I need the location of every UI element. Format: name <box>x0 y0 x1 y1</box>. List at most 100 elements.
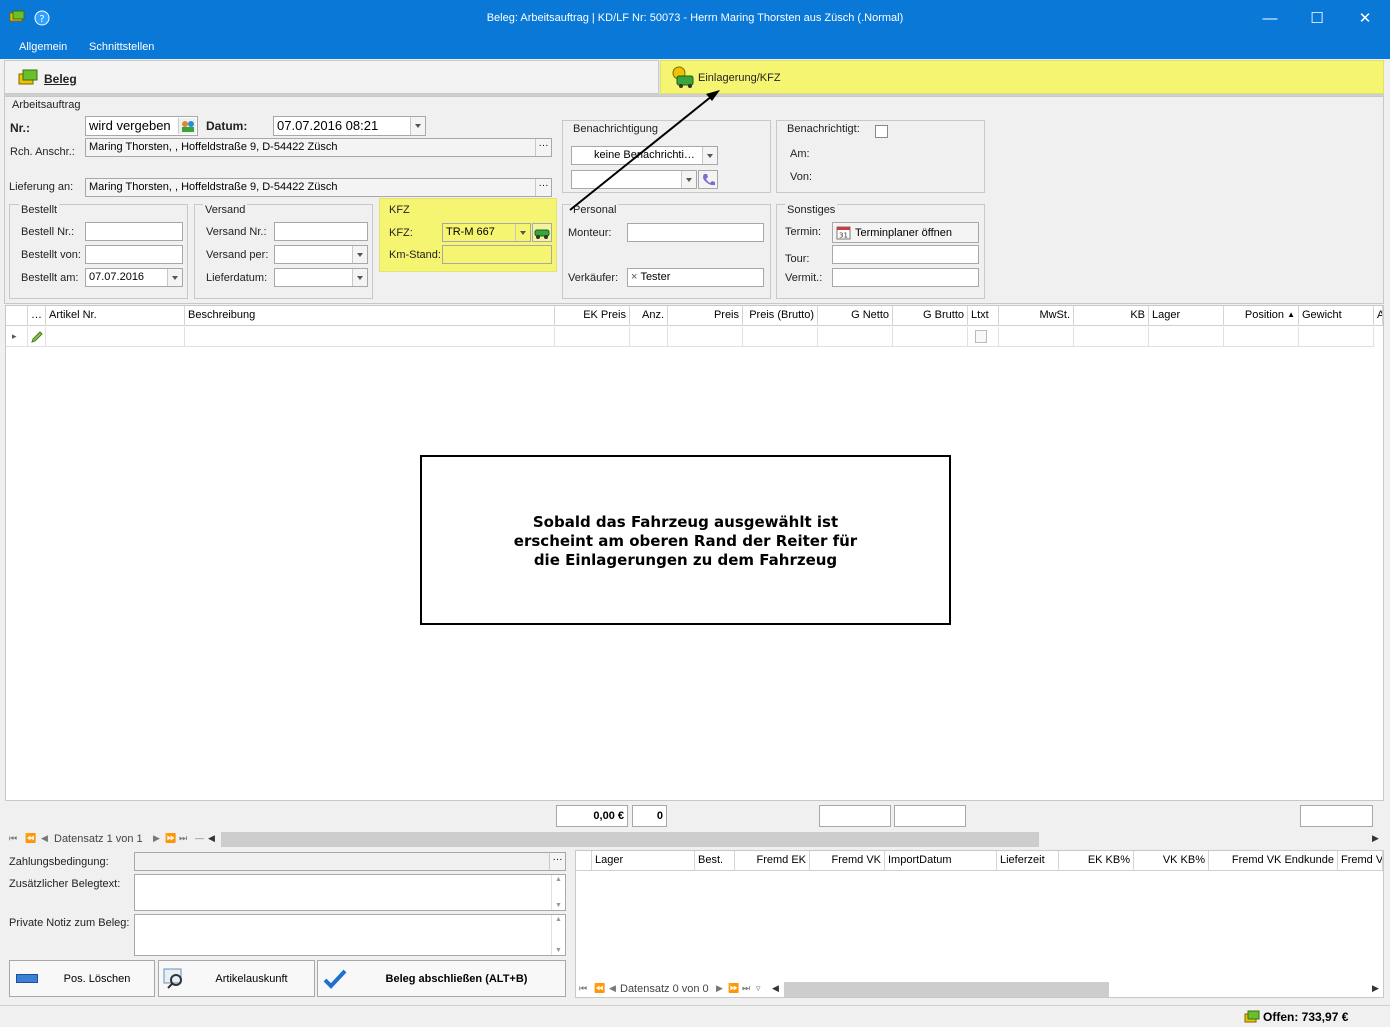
total-g-netto <box>819 805 891 827</box>
col-anz[interactable]: Anz. <box>630 306 668 326</box>
cell-preis-brutto[interactable] <box>743 327 818 347</box>
cell-position[interactable] <box>1224 327 1299 347</box>
nav-record-text: Datensatz 1 von 1 <box>54 833 143 845</box>
col-g-brutto[interactable]: G Brutto <box>893 306 968 326</box>
belegtext-scrollbar[interactable] <box>551 875 565 910</box>
scroll-left-icon[interactable]: ◀ <box>208 833 215 844</box>
lager-scroll-left-icon[interactable]: ◀ <box>772 983 779 994</box>
pos-loeschen-label: Pos. Löschen <box>63 973 131 985</box>
nav-prev-page-icon[interactable]: ⏪ <box>25 833 36 844</box>
lager-col-fremd-ek[interactable]: Fremd EK <box>735 851 810 871</box>
pos-loeschen-button[interactable]: Pos. Löschen <box>9 960 155 997</box>
cell-preis[interactable] <box>668 327 743 347</box>
lager-navigator: ⏮ ⏪ ◀ Datensatz 0 von 0 ▶ ⏩ ⏭ ▿ ◀ ▶ <box>576 982 1383 998</box>
artikelauskunft-button[interactable]: Artikelauskunft <box>158 960 315 997</box>
zahlungsbedingung-more-button[interactable]: ··· <box>549 853 565 870</box>
positions-grid: … Artikel Nr. Beschreibung EK Preis Anz.… <box>5 305 1384 801</box>
lager-col-lieferzeit[interactable]: Lieferzeit <box>997 851 1059 871</box>
positions-grid-header: … Artikel Nr. Beschreibung EK Preis Anz.… <box>6 306 1383 326</box>
belegtext-textarea[interactable] <box>134 874 566 911</box>
col-artikel-nr[interactable]: Artikel Nr. <box>46 306 185 326</box>
lager-grid: Lager Best. Fremd EK Fremd VK ImportDatu… <box>575 850 1384 998</box>
lager-nav-next-icon[interactable]: ▶ <box>716 983 723 994</box>
cell-g-netto[interactable] <box>818 327 893 347</box>
total-gewicht <box>1300 805 1373 827</box>
col-row-indicator <box>6 306 28 326</box>
nav-prev-icon[interactable]: ◀ <box>41 833 48 844</box>
nav-delete-icon[interactable]: — <box>195 833 204 843</box>
lager-scroll-right-icon[interactable]: ▶ <box>1372 983 1379 994</box>
longtext-icon[interactable] <box>975 330 987 343</box>
lager-col-ek-kb[interactable]: EK KB% <box>1059 851 1134 871</box>
col-position-label: Position <box>1244 309 1284 321</box>
money-icon <box>1244 1010 1260 1027</box>
cell-ltxt[interactable] <box>968 327 999 347</box>
lager-nav-next-page-icon[interactable]: ⏩ <box>728 983 739 994</box>
notiz-label: Private Notiz zum Beleg: <box>9 917 130 929</box>
checkmark-icon <box>322 967 348 994</box>
notiz-textarea[interactable] <box>134 914 566 956</box>
cell-beschreibung[interactable] <box>185 327 555 347</box>
beleg-abschliessen-button[interactable]: Beleg abschließen (ALT+B) <box>317 960 566 997</box>
lager-nav-last-icon[interactable]: ⏭ <box>742 983 750 994</box>
col-mwst[interactable]: MwSt. <box>999 306 1074 326</box>
lager-grid-header: Lager Best. Fremd EK Fremd VK ImportDatu… <box>576 851 1383 871</box>
table-row[interactable]: ▸ <box>6 327 1383 348</box>
lager-col-best[interactable]: Best. <box>695 851 735 871</box>
lager-nav-record-text: Datensatz 0 von 0 <box>620 983 709 995</box>
zahlungsbedingung-label: Zahlungsbedingung: <box>9 856 109 868</box>
col-more[interactable]: … <box>28 306 46 326</box>
col-preis-brutto[interactable]: Preis (Brutto) <box>743 306 818 326</box>
lager-col-fremd-v[interactable]: Fremd V <box>1338 851 1383 871</box>
horizontal-scrollbar-thumb[interactable] <box>221 832 1039 847</box>
cell-gewicht[interactable] <box>1299 327 1374 347</box>
beleg-abschliessen-label: Beleg abschließen (ALT+B) <box>385 973 528 985</box>
magnifier-icon <box>163 967 187 994</box>
lager-col-fremd-vk-endkunde[interactable]: Fremd VK Endkunde <box>1209 851 1338 871</box>
belegtext-label: Zusätzlicher Belegtext: <box>9 878 121 890</box>
col-ek-preis[interactable]: EK Preis <box>555 306 630 326</box>
total-anzahl: 0 <box>632 805 667 827</box>
lager-col-fremd-vk[interactable]: Fremd VK <box>810 851 885 871</box>
cell-mwst[interactable] <box>999 327 1074 347</box>
nav-first-icon[interactable]: ⏮ <box>9 833 17 844</box>
cell-kb[interactable] <box>1074 327 1149 347</box>
lager-nav-first-icon[interactable]: ⏮ <box>579 983 587 994</box>
offen-amount: Offen: 733,97 € <box>1263 1010 1349 1024</box>
col-beschreibung[interactable]: Beschreibung <box>185 306 555 326</box>
nav-next-icon[interactable]: ▶ <box>153 833 160 844</box>
sort-asc-icon: ▲ <box>1287 310 1295 319</box>
col-position[interactable]: Position ▲ <box>1224 306 1299 326</box>
lager-nav-prev-icon[interactable]: ◀ <box>609 983 616 994</box>
col-gewicht[interactable]: Gewicht <box>1299 306 1374 326</box>
cell-g-brutto[interactable] <box>893 327 968 347</box>
annotation-box: Sobald das Fahrzeug ausgewählt ist ersch… <box>420 455 951 625</box>
minus-icon <box>16 974 38 983</box>
col-preis[interactable]: Preis <box>668 306 743 326</box>
total-g-brutto <box>894 805 966 827</box>
cell-artikel-nr[interactable] <box>46 327 185 347</box>
col-lager[interactable]: Lager <box>1149 306 1224 326</box>
cell-ek-preis[interactable] <box>555 327 630 347</box>
annotation-text: Sobald das Fahrzeug ausgewählt ist ersch… <box>513 513 858 569</box>
scroll-right-icon[interactable]: ▶ <box>1372 833 1379 844</box>
zahlungsbedingung-field[interactable]: ··· <box>134 852 566 871</box>
cell-anz[interactable] <box>630 327 668 347</box>
lager-nav-filter-icon[interactable]: ▿ <box>756 983 761 994</box>
cell-lager[interactable] <box>1149 327 1224 347</box>
lager-col-lager[interactable]: Lager <box>592 851 695 871</box>
col-ltxt[interactable]: Ltxt <box>968 306 999 326</box>
lager-nav-prev-page-icon[interactable]: ⏪ <box>594 983 605 994</box>
lager-col-vk-kb[interactable]: VK KB% <box>1134 851 1209 871</box>
nav-last-icon[interactable]: ⏭ <box>179 833 187 844</box>
notiz-scrollbar[interactable] <box>551 915 565 955</box>
lager-horizontal-scrollbar-thumb[interactable] <box>784 982 1109 997</box>
nav-next-page-icon[interactable]: ⏩ <box>165 833 176 844</box>
col-kb[interactable]: KB <box>1074 306 1149 326</box>
totals-row <box>5 801 1384 831</box>
positions-navigator: ⏮ ⏪ ◀ Datensatz 1 von 1 ▶ ⏩ ⏭ — ◀ ▶ <box>5 832 1384 848</box>
row-edit-cell[interactable] <box>28 327 46 347</box>
lager-col-importdatum[interactable]: ImportDatum <box>885 851 997 871</box>
col-g-netto[interactable]: G Netto <box>818 306 893 326</box>
col-a[interactable]: A <box>1374 306 1383 326</box>
